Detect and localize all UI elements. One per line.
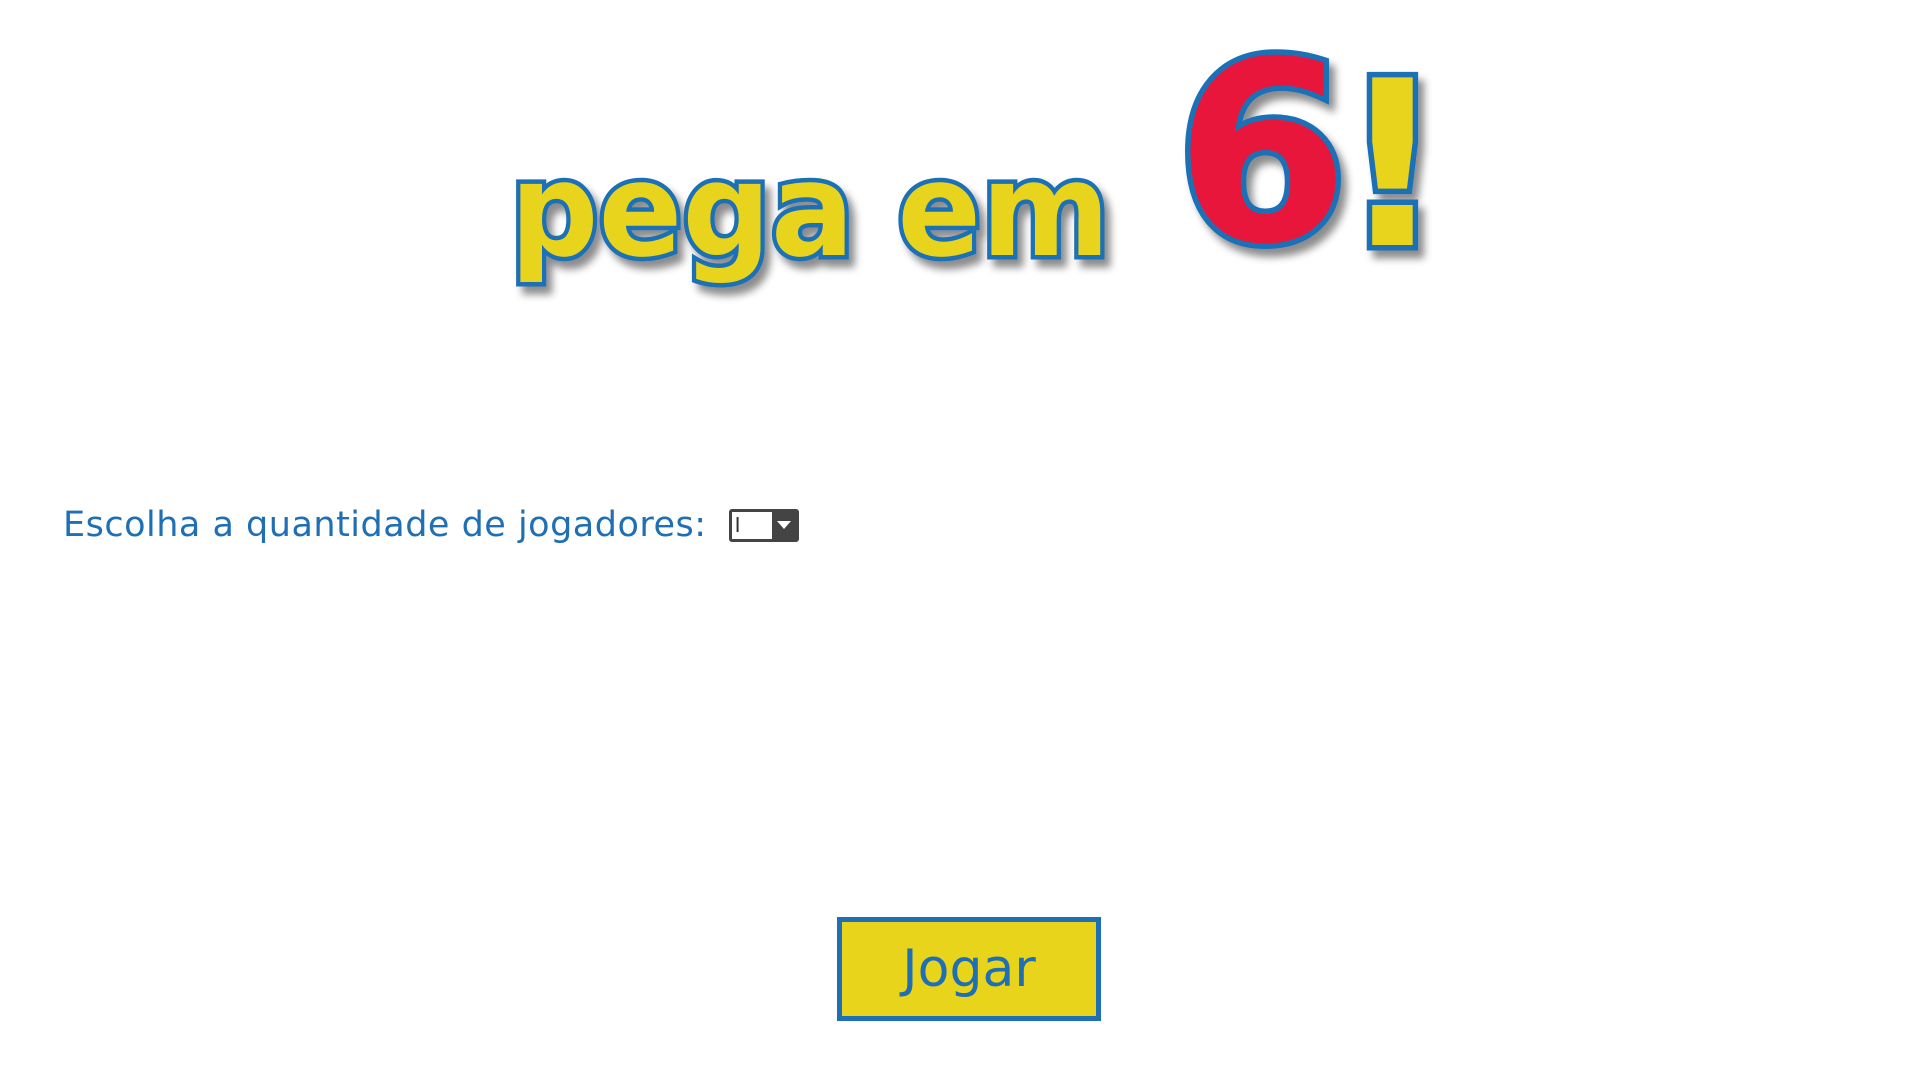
logo-exclamation: ! <box>1340 33 1445 300</box>
play-button-label: Jogar <box>902 939 1036 999</box>
logo-number-six: 6 <box>1175 8 1349 299</box>
chevron-down-icon <box>772 512 796 539</box>
game-logo-art: pega em 6 ! <box>506 3 1451 306</box>
player-count-select[interactable]: I <box>728 508 799 542</box>
player-count-value: I <box>731 511 772 539</box>
game-start-screen: pega em 6 ! Escolha a quantidade de joga… <box>0 0 1920 1080</box>
player-count-label: Escolha a quantidade de jogadores: <box>63 505 707 545</box>
play-button[interactable]: Jogar <box>837 917 1101 1021</box>
logo-title-text: pega em <box>510 134 1110 286</box>
game-logo: pega em 6 ! <box>0 0 1920 320</box>
player-count-row: Escolha a quantidade de jogadores: I <box>63 500 799 550</box>
